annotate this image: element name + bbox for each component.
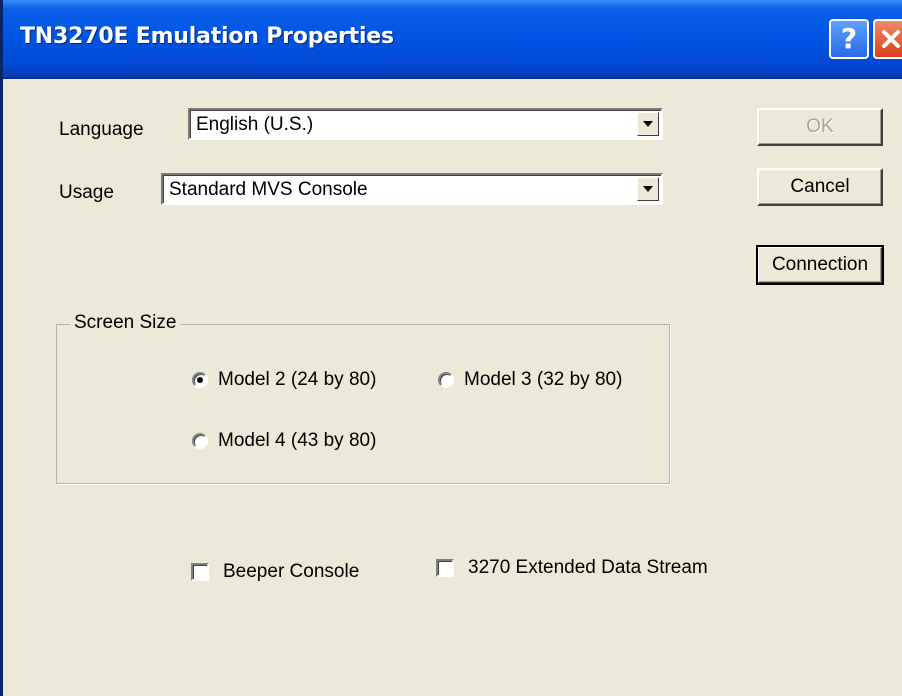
- beeper-console-checkbox[interactable]: Beeper Console: [191, 561, 359, 583]
- usage-value: Standard MVS Console: [169, 179, 368, 200]
- radio-label: Model 4 (43 by 80): [218, 430, 377, 451]
- radio-selected-dot: [197, 377, 203, 383]
- radio-button-icon: [192, 372, 208, 388]
- beeper-console-label: Beeper Console: [223, 561, 360, 582]
- extended-data-stream-checkbox[interactable]: 3270 Extended Data Stream: [436, 557, 708, 579]
- radio-label: Model 3 (32 by 80): [464, 369, 623, 390]
- radio-model-2[interactable]: Model 2 (24 by 80): [192, 369, 376, 391]
- connection-button[interactable]: Connection: [756, 245, 884, 285]
- checkbox-icon: [436, 559, 454, 577]
- cancel-button[interactable]: Cancel: [757, 168, 883, 206]
- language-dropdown[interactable]: English (U.S.): [188, 108, 663, 140]
- radio-label: Model 2 (24 by 80): [218, 369, 377, 390]
- radio-model-4[interactable]: Model 4 (43 by 80): [192, 430, 376, 452]
- chevron-down-icon[interactable]: [637, 177, 659, 201]
- screen-size-group: Screen Size Model 2 (24 by 80) Model 3 (…: [56, 312, 670, 484]
- language-label: Language: [59, 119, 144, 140]
- radio-button-icon: [438, 372, 454, 388]
- properties-dialog: TN3270E Emulation Properties ? Language …: [0, 0, 902, 696]
- extended-data-stream-label: 3270 Extended Data Stream: [468, 557, 708, 578]
- help-button[interactable]: ?: [829, 19, 869, 59]
- close-icon: [882, 30, 900, 48]
- window-title: TN3270E Emulation Properties: [20, 24, 394, 49]
- usage-dropdown[interactable]: Standard MVS Console: [161, 173, 663, 205]
- language-value: English (U.S.): [196, 114, 314, 135]
- close-button[interactable]: [873, 19, 902, 59]
- ok-button[interactable]: OK: [757, 108, 883, 146]
- usage-label: Usage: [59, 182, 114, 203]
- checkbox-icon: [191, 563, 209, 581]
- title-bar[interactable]: TN3270E Emulation Properties ?: [3, 0, 902, 79]
- radio-model-3[interactable]: Model 3 (32 by 80): [438, 369, 622, 391]
- radio-button-icon: [192, 433, 208, 449]
- help-icon: ?: [840, 22, 858, 55]
- screen-size-legend: Screen Size: [70, 312, 181, 334]
- chevron-down-icon[interactable]: [637, 112, 659, 136]
